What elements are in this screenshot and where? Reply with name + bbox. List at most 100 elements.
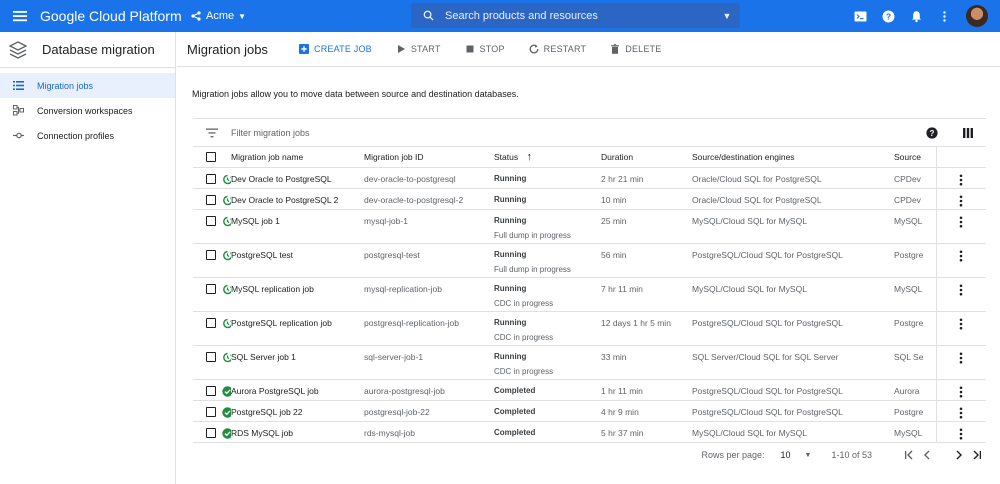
table-row[interactable]: RDS MySQL job rds-mysql-job Completed 5 hr … xyxy=(193,421,986,443)
job-status-detail: CDC in progress xyxy=(494,366,554,376)
start-button[interactable]: START xyxy=(396,44,441,54)
job-name-link[interactable]: RDS MySQL job xyxy=(231,421,364,443)
job-name-link[interactable]: MySQL replication job xyxy=(231,277,364,312)
row-more-button[interactable] xyxy=(937,284,986,296)
column-header-id[interactable]: Migration job ID xyxy=(364,147,494,168)
avatar[interactable] xyxy=(966,5,988,27)
previous-page-button[interactable] xyxy=(918,450,936,460)
project-selector[interactable]: Acme ▼ xyxy=(190,10,290,22)
row-checkbox[interactable] xyxy=(206,249,216,260)
job-name-link[interactable]: Dev Oracle to PostgreSQL xyxy=(231,167,364,189)
job-name-link[interactable]: Aurora PostgreSQL job xyxy=(231,379,364,401)
row-checkbox[interactable] xyxy=(206,317,216,328)
job-status-detail: Full dump in progress xyxy=(494,264,571,274)
job-duration: 1 hr 11 min xyxy=(601,379,692,401)
row-more-button[interactable] xyxy=(937,352,986,364)
table-row[interactable]: PostgreSQL test postgresql-test Running Ful… xyxy=(193,243,986,278)
select-all-checkbox[interactable] xyxy=(206,152,216,163)
delete-button[interactable]: DELETE xyxy=(610,44,661,54)
table-row[interactable]: SQL Server job 1 sql-server-job-1 Running C… xyxy=(193,345,986,380)
row-actions-cell xyxy=(935,167,986,189)
search-icon xyxy=(411,10,445,21)
table-row[interactable]: Aurora PostgreSQL job aurora-postgresql-j… xyxy=(193,379,986,401)
actions-header xyxy=(935,147,986,168)
help-button[interactable]: ? xyxy=(874,0,902,32)
row-more-button[interactable] xyxy=(937,318,986,330)
row-select-cell xyxy=(193,188,231,210)
sidebar-item-connection-profiles[interactable]: Connection profiles xyxy=(0,123,175,148)
row-more-button[interactable] xyxy=(937,195,986,207)
arrow-up-icon[interactable]: ↑ xyxy=(526,151,532,163)
next-page-button[interactable] xyxy=(950,450,968,460)
job-status-detail: CDC in progress xyxy=(494,332,554,342)
column-header-duration[interactable]: Duration xyxy=(601,147,692,168)
column-header-name[interactable]: Migration job name xyxy=(231,147,364,168)
row-checkbox[interactable] xyxy=(206,385,216,396)
help-table-button[interactable]: ? xyxy=(914,126,950,139)
create-job-button[interactable]: CREATE JOB xyxy=(299,44,372,54)
column-header-source[interactable]: Source xyxy=(894,147,936,168)
row-checkbox[interactable] xyxy=(206,283,216,294)
job-name-link[interactable]: Dev Oracle to PostgreSQL 2 xyxy=(231,188,364,210)
job-status-detail: CDC in progress xyxy=(494,298,554,308)
table-row[interactable]: Dev Oracle to PostgreSQL dev-oracle-to-po… xyxy=(193,167,986,189)
sidebar-item-conversion-workspaces[interactable]: Conversion workspaces xyxy=(0,98,175,123)
last-page-button[interactable] xyxy=(968,450,986,460)
row-checkbox[interactable] xyxy=(206,351,216,362)
check-circle-icon xyxy=(222,406,231,418)
table-row[interactable]: PostgreSQL job 22 postgresql-job-22 Comple… xyxy=(193,400,986,422)
main-menu-button[interactable] xyxy=(0,0,40,32)
search-dropdown-icon[interactable]: ▼ xyxy=(714,11,740,21)
job-engines: Oracle/Cloud SQL for PostgreSQL xyxy=(692,167,894,189)
table-row[interactable]: Dev Oracle to PostgreSQL 2 dev-oracle-to-… xyxy=(193,188,986,210)
column-header-status[interactable]: Status ↑ xyxy=(494,147,601,168)
pagination: Rows per page: 10 ▼ 1-10 of 53 xyxy=(193,442,986,468)
job-name-link[interactable]: MySQL job 1 xyxy=(231,209,364,244)
row-more-button[interactable] xyxy=(937,386,986,398)
search-bar[interactable]: Search products and resources ▼ xyxy=(411,3,740,28)
notifications-button[interactable] xyxy=(902,0,930,32)
more-vert-icon xyxy=(959,216,963,227)
row-more-button[interactable] xyxy=(937,407,986,419)
sidebar-item-migration-jobs[interactable]: Migration jobs xyxy=(0,73,175,98)
running-status-icon xyxy=(223,174,231,184)
job-status: Running xyxy=(494,194,527,204)
settings-menu-button[interactable] xyxy=(930,0,958,32)
running-status-icon xyxy=(223,284,231,294)
row-checkbox[interactable] xyxy=(206,427,216,438)
rows-per-page-label: Rows per page: xyxy=(701,450,765,460)
row-checkbox[interactable] xyxy=(206,406,216,417)
row-checkbox[interactable] xyxy=(206,173,216,184)
table-header-row: Migration job name Migration job ID Stat… xyxy=(193,147,986,168)
job-name-link[interactable]: PostgreSQL test xyxy=(231,243,364,278)
table-row[interactable]: PostgreSQL replication job postgresql-rep… xyxy=(193,311,986,346)
job-name-link[interactable]: PostgreSQL job 22 xyxy=(231,400,364,422)
row-more-button[interactable] xyxy=(937,216,986,228)
filter-icon[interactable] xyxy=(193,128,231,138)
rows-per-page-select[interactable]: 10 xyxy=(781,450,791,460)
job-name-link[interactable]: SQL Server job 1 xyxy=(231,345,364,380)
jobs-table-card: Filter migration jobs ? Migration job na… xyxy=(193,118,986,484)
search-input[interactable]: Search products and resources xyxy=(445,10,714,22)
cloud-shell-button[interactable] xyxy=(846,0,874,32)
table-row[interactable]: MySQL job 1 mysql-job-1 Running Full dump i… xyxy=(193,209,986,244)
row-select-cell xyxy=(193,345,231,380)
job-name-link[interactable]: PostgreSQL replication job xyxy=(231,311,364,346)
restart-button[interactable]: RESTART xyxy=(529,44,587,54)
chevron-down-icon[interactable]: ▼ xyxy=(805,452,812,459)
table-row[interactable]: MySQL replication job mysql-replication-j… xyxy=(193,277,986,312)
brand-title[interactable]: Google Cloud Platform xyxy=(40,8,182,24)
column-display-icon xyxy=(963,127,973,138)
first-page-button[interactable] xyxy=(900,450,918,460)
row-checkbox[interactable] xyxy=(206,194,216,205)
stop-button[interactable]: STOP xyxy=(465,44,505,54)
row-select-cell xyxy=(193,209,231,244)
column-header-engines[interactable]: Source/destination engines xyxy=(692,147,894,168)
row-more-button[interactable] xyxy=(937,174,986,186)
row-more-button[interactable] xyxy=(937,428,986,440)
row-more-button[interactable] xyxy=(937,250,986,262)
row-checkbox[interactable] xyxy=(206,215,216,226)
filter-input[interactable]: Filter migration jobs xyxy=(231,128,914,138)
column-display-button[interactable] xyxy=(950,127,986,139)
restart-icon xyxy=(529,44,539,54)
